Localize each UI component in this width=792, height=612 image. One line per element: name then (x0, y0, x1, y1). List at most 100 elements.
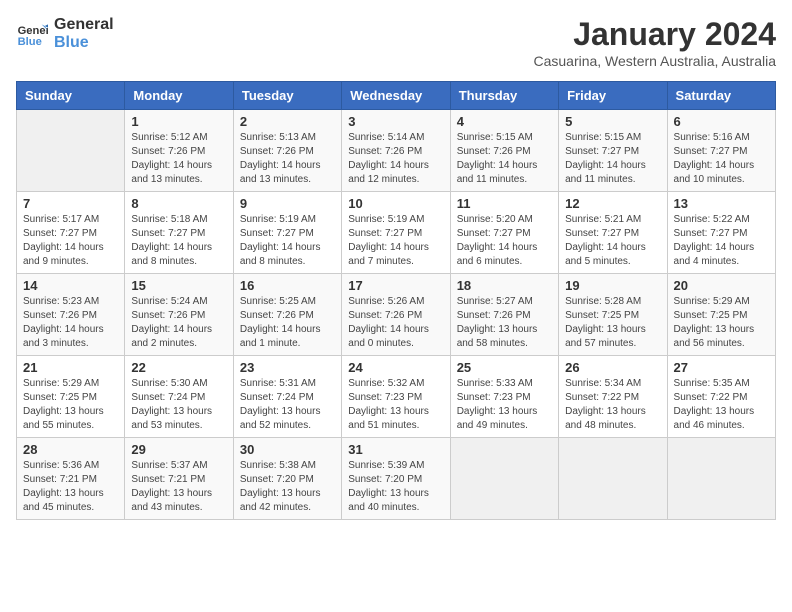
day-info: Sunrise: 5:19 AM Sunset: 7:27 PM Dayligh… (240, 213, 335, 269)
day-info: Sunrise: 5:33 AM Sunset: 7:23 PM Dayligh… (457, 377, 552, 433)
calendar-subtitle: Casuarina, Western Australia, Australia (533, 53, 776, 69)
day-info: Sunrise: 5:15 AM Sunset: 7:26 PM Dayligh… (457, 131, 552, 187)
day-info: Sunrise: 5:20 AM Sunset: 7:27 PM Dayligh… (457, 213, 552, 269)
calendar-cell: 28Sunrise: 5:36 AM Sunset: 7:21 PM Dayli… (17, 438, 125, 520)
day-info: Sunrise: 5:13 AM Sunset: 7:26 PM Dayligh… (240, 131, 335, 187)
title-section: January 2024 Casuarina, Western Australi… (533, 16, 776, 69)
calendar-cell: 12 Sunrise: 5:21 AM Sunset: 7:27 PM Dayli… (559, 192, 667, 274)
week-row-3: 14 Sunrise: 5:23 AM Sunset: 7:26 PM Dayli… (17, 274, 776, 356)
day-number: 20 (674, 278, 769, 293)
day-info: Sunrise: 5:37 AM Sunset: 7:21 PM Dayligh… (131, 459, 226, 515)
logo-name: GeneralBlue (54, 16, 114, 52)
day-number: 31 (348, 442, 443, 457)
day-info: Sunrise: 5:26 AM Sunset: 7:26 PM Dayligh… (348, 295, 443, 351)
day-number: 16 (240, 278, 335, 293)
day-info: Sunrise: 5:23 AM Sunset: 7:26 PM Dayligh… (23, 295, 118, 351)
calendar-cell: 22Sunrise: 5:30 AM Sunset: 7:24 PM Dayli… (125, 356, 233, 438)
header-cell-sunday: Sunday (17, 82, 125, 110)
calendar-cell: 14 Sunrise: 5:23 AM Sunset: 7:26 PM Dayli… (17, 274, 125, 356)
day-info: Sunrise: 5:30 AM Sunset: 7:24 PM Dayligh… (131, 377, 226, 433)
day-number: 17 (348, 278, 443, 293)
day-number: 9 (240, 196, 335, 211)
calendar-cell: 5 Sunrise: 5:15 AM Sunset: 7:27 PM Daylig… (559, 110, 667, 192)
calendar-title: January 2024 (533, 16, 776, 53)
day-number: 18 (457, 278, 552, 293)
day-number: 21 (23, 360, 118, 375)
day-info: Sunrise: 5:29 AM Sunset: 7:25 PM Dayligh… (23, 377, 118, 433)
day-info: Sunrise: 5:35 AM Sunset: 7:22 PM Dayligh… (674, 377, 769, 433)
day-info: Sunrise: 5:19 AM Sunset: 7:27 PM Dayligh… (348, 213, 443, 269)
calendar-cell: 6 Sunrise: 5:16 AM Sunset: 7:27 PM Daylig… (667, 110, 775, 192)
calendar-cell: 8 Sunrise: 5:18 AM Sunset: 7:27 PM Daylig… (125, 192, 233, 274)
calendar-cell: 31Sunrise: 5:39 AM Sunset: 7:20 PM Dayli… (342, 438, 450, 520)
calendar-cell: 4Sunrise: 5:15 AM Sunset: 7:26 PM Daylig… (450, 110, 558, 192)
day-info: Sunrise: 5:16 AM Sunset: 7:27 PM Dayligh… (674, 131, 769, 187)
calendar-cell: 16 Sunrise: 5:25 AM Sunset: 7:26 PM Dayli… (233, 274, 341, 356)
day-number: 25 (457, 360, 552, 375)
day-info: Sunrise: 5:15 AM Sunset: 7:27 PM Dayligh… (565, 131, 660, 187)
calendar-cell: 7Sunrise: 5:17 AM Sunset: 7:27 PM Daylig… (17, 192, 125, 274)
header-row: SundayMondayTuesdayWednesdayThursdayFrid… (17, 82, 776, 110)
calendar-cell: 29 Sunrise: 5:37 AM Sunset: 7:21 PM Dayli… (125, 438, 233, 520)
page-header: General Blue GeneralBlue January 2024 Ca… (16, 16, 776, 69)
day-number: 13 (674, 196, 769, 211)
day-info: Sunrise: 5:22 AM Sunset: 7:27 PM Dayligh… (674, 213, 769, 269)
header-cell-wednesday: Wednesday (342, 82, 450, 110)
day-number: 23 (240, 360, 335, 375)
day-number: 7 (23, 196, 118, 211)
header-cell-tuesday: Tuesday (233, 82, 341, 110)
calendar-cell (17, 110, 125, 192)
day-number: 30 (240, 442, 335, 457)
calendar-cell (450, 438, 558, 520)
day-number: 3 (348, 114, 443, 129)
day-number: 24 (348, 360, 443, 375)
day-info: Sunrise: 5:27 AM Sunset: 7:26 PM Dayligh… (457, 295, 552, 351)
calendar-cell: 24 Sunrise: 5:32 AM Sunset: 7:23 PM Dayli… (342, 356, 450, 438)
week-row-2: 7Sunrise: 5:17 AM Sunset: 7:27 PM Daylig… (17, 192, 776, 274)
calendar-cell: 27Sunrise: 5:35 AM Sunset: 7:22 PM Dayli… (667, 356, 775, 438)
header-cell-monday: Monday (125, 82, 233, 110)
calendar-cell: 2 Sunrise: 5:13 AM Sunset: 7:26 PM Daylig… (233, 110, 341, 192)
calendar-cell: 18 Sunrise: 5:27 AM Sunset: 7:26 PM Dayli… (450, 274, 558, 356)
day-info: Sunrise: 5:18 AM Sunset: 7:27 PM Dayligh… (131, 213, 226, 269)
calendar-cell: 9 Sunrise: 5:19 AM Sunset: 7:27 PM Daylig… (233, 192, 341, 274)
day-number: 26 (565, 360, 660, 375)
calendar-table: SundayMondayTuesdayWednesdayThursdayFrid… (16, 81, 776, 520)
day-info: Sunrise: 5:24 AM Sunset: 7:26 PM Dayligh… (131, 295, 226, 351)
svg-text:Blue: Blue (18, 36, 42, 48)
calendar-cell: 26 Sunrise: 5:34 AM Sunset: 7:22 PM Dayli… (559, 356, 667, 438)
day-info: Sunrise: 5:14 AM Sunset: 7:26 PM Dayligh… (348, 131, 443, 187)
day-number: 12 (565, 196, 660, 211)
day-number: 29 (131, 442, 226, 457)
calendar-cell: 13 Sunrise: 5:22 AM Sunset: 7:27 PM Dayli… (667, 192, 775, 274)
day-number: 8 (131, 196, 226, 211)
day-number: 5 (565, 114, 660, 129)
day-number: 2 (240, 114, 335, 129)
header-cell-friday: Friday (559, 82, 667, 110)
calendar-cell: 25 Sunrise: 5:33 AM Sunset: 7:23 PM Dayli… (450, 356, 558, 438)
day-info: Sunrise: 5:32 AM Sunset: 7:23 PM Dayligh… (348, 377, 443, 433)
calendar-cell: 30 Sunrise: 5:38 AM Sunset: 7:20 PM Dayli… (233, 438, 341, 520)
week-row-1: 1Sunrise: 5:12 AM Sunset: 7:26 PM Daylig… (17, 110, 776, 192)
day-info: Sunrise: 5:31 AM Sunset: 7:24 PM Dayligh… (240, 377, 335, 433)
svg-text:General: General (18, 25, 48, 37)
day-info: Sunrise: 5:25 AM Sunset: 7:26 PM Dayligh… (240, 295, 335, 351)
day-number: 28 (23, 442, 118, 457)
calendar-cell: 1Sunrise: 5:12 AM Sunset: 7:26 PM Daylig… (125, 110, 233, 192)
day-number: 14 (23, 278, 118, 293)
day-number: 10 (348, 196, 443, 211)
day-number: 15 (131, 278, 226, 293)
calendar-cell: 15 Sunrise: 5:24 AM Sunset: 7:26 PM Dayli… (125, 274, 233, 356)
day-info: Sunrise: 5:38 AM Sunset: 7:20 PM Dayligh… (240, 459, 335, 515)
logo: General Blue GeneralBlue (16, 16, 114, 52)
day-info: Sunrise: 5:21 AM Sunset: 7:27 PM Dayligh… (565, 213, 660, 269)
day-info: Sunrise: 5:34 AM Sunset: 7:22 PM Dayligh… (565, 377, 660, 433)
day-number: 6 (674, 114, 769, 129)
calendar-cell: 10 Sunrise: 5:19 AM Sunset: 7:27 PM Dayli… (342, 192, 450, 274)
calendar-cell: 19Sunrise: 5:28 AM Sunset: 7:25 PM Dayli… (559, 274, 667, 356)
calendar-cell: 20Sunrise: 5:29 AM Sunset: 7:25 PM Dayli… (667, 274, 775, 356)
calendar-cell: 17 Sunrise: 5:26 AM Sunset: 7:26 PM Dayli… (342, 274, 450, 356)
calendar-cell: 21 Sunrise: 5:29 AM Sunset: 7:25 PM Dayli… (17, 356, 125, 438)
day-number: 19 (565, 278, 660, 293)
logo-icon: General Blue (16, 18, 48, 50)
